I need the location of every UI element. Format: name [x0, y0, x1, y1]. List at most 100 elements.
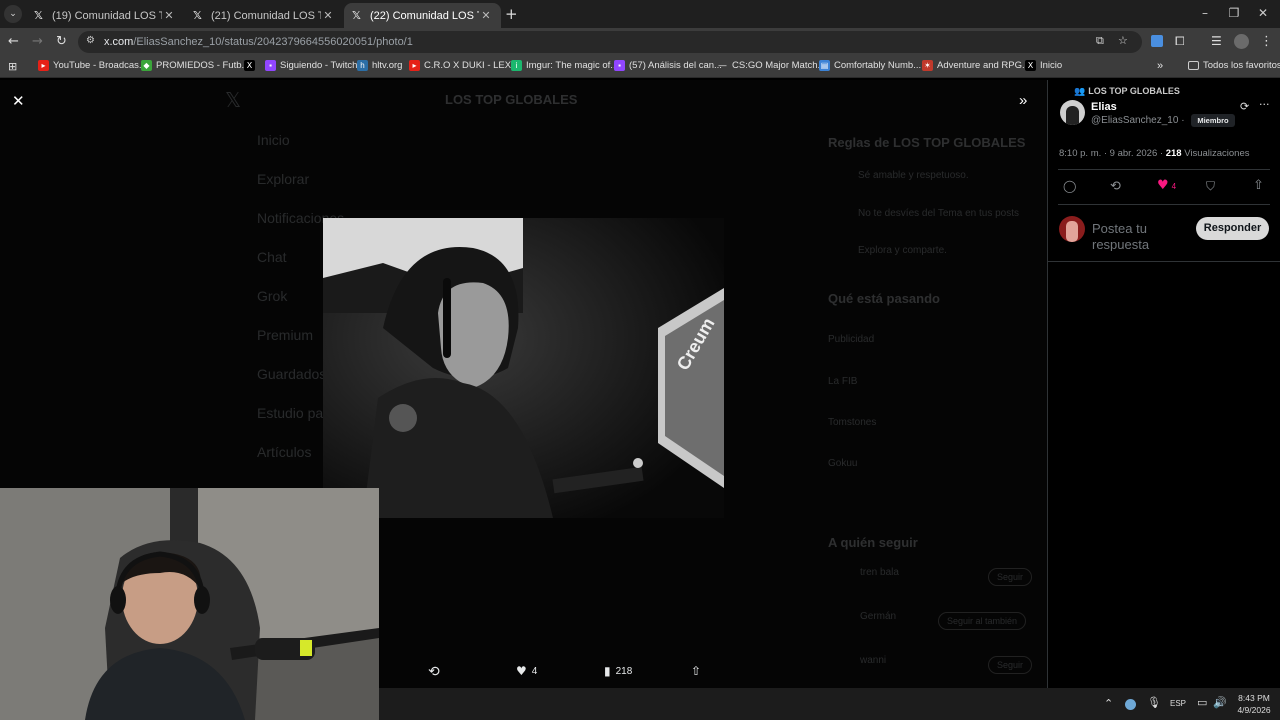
bookmark-label: hltv.org: [372, 60, 403, 71]
bookmark-item[interactable]: ▪ (57) Análisis del can...: [614, 60, 722, 71]
bg-nav-item: Premium: [257, 327, 314, 343]
bg-rule: No te desvíes del Tema en tus posts: [858, 208, 1020, 219]
retweet-icon[interactable]: ⟲: [428, 664, 440, 680]
profile-avatar[interactable]: [1234, 34, 1249, 49]
user-avatar: [1059, 216, 1085, 242]
forward-icon[interactable]: →: [32, 34, 43, 49]
x-logo-icon: 𝕏: [352, 9, 361, 22]
reply-button[interactable]: Responder: [1196, 217, 1269, 240]
share-icon[interactable]: ⇧: [1253, 178, 1264, 193]
site-info-icon[interactable]: ⚙: [86, 35, 95, 46]
webcam-overlay: [0, 488, 379, 720]
bg-follow-btn: Seguir: [988, 568, 1033, 586]
bg-follow-title: A quién seguir: [828, 535, 918, 550]
reload-icon[interactable]: ↻: [56, 34, 67, 49]
bg-rule: Explora y comparte.: [858, 245, 947, 256]
all-bookmarks-folder[interactable]: Todos los favoritos: [1188, 60, 1280, 71]
bookmark-item[interactable]: ▤ Comfortably Numb...: [819, 60, 921, 71]
bg-trend: La FIB: [828, 376, 858, 387]
new-tab-icon[interactable]: +: [505, 5, 518, 23]
network-icon[interactable]: ▭: [1197, 696, 1207, 709]
views-count: 218: [615, 665, 633, 677]
expand-panel-icon[interactable]: »: [1019, 92, 1027, 109]
address-bar[interactable]: ⚙ x.com/EliasSanchez_10/status/204237966…: [78, 31, 1142, 53]
bookmarks-bar: ⊞ ▸ YouTube - Broadcas... ◆ PROMIEDOS - Fu…: [0, 56, 1280, 78]
streamer-webcam-illustration: [0, 488, 379, 720]
retweet-icon[interactable]: ⟲: [1110, 179, 1121, 194]
bookmark-item[interactable]: ▸ C.R.O X DUKI - LEX...: [409, 60, 519, 71]
reply-icon[interactable]: ◯: [1063, 179, 1076, 193]
browser-tab[interactable]: 𝕏 (21) Comunidad LOS TOP GLOB ✕: [185, 3, 343, 28]
browser-toolbar: ← → ↻ ⚙ x.com/EliasSanchez_10/status/204…: [0, 28, 1280, 56]
dash-icon: —: [718, 61, 727, 70]
bookmark-icon[interactable]: ⛉: [1206, 179, 1215, 194]
bookmark-label: Comfortably Numb...: [834, 60, 922, 71]
author-name[interactable]: Elias: [1091, 101, 1117, 113]
bookmark-star-icon[interactable]: ☆: [1118, 34, 1128, 47]
author-handle[interactable]: @EliasSanchez_10: [1091, 115, 1178, 126]
steam-icon[interactable]: [1125, 699, 1136, 710]
tweet-time[interactable]: 8:10 p. m. · 9 abr. 2026 ·: [1059, 148, 1163, 159]
tab-strip: ⌄ 𝕏 (19) Comunidad LOS TOP GLOB ✕ 𝕏 (21)…: [0, 0, 1280, 28]
url-path: /EliasSanchez_10/status/2042379664556020…: [133, 36, 413, 48]
bookmark-item[interactable]: ▸ YouTube - Broadcas...: [38, 60, 147, 71]
volume-icon[interactable]: 🔊: [1213, 696, 1227, 709]
tweet-side-panel: 👥 LOS TOP GLOBALES Elias @EliasSanchez_10…: [1047, 80, 1280, 688]
grok-icon[interactable]: ⟳: [1240, 100, 1249, 113]
bookmark-item[interactable]: ▪ Siguiendo - Twitch: [265, 60, 357, 71]
reply-input[interactable]: Postea tu respuesta: [1092, 221, 1172, 251]
bookmark-item[interactable]: X: [244, 60, 259, 71]
like-button[interactable]: ♥ 4: [1157, 178, 1176, 193]
close-tab-icon[interactable]: ✕: [162, 9, 176, 22]
close-tab-icon[interactable]: ✕: [479, 9, 493, 22]
bg-nav-item: Inicio: [257, 132, 290, 148]
member-badge: Miembro: [1191, 114, 1235, 127]
tweet-photo[interactable]: Creum: [323, 218, 724, 518]
tab-search-button[interactable]: ⌄: [4, 5, 22, 23]
bookmark-item[interactable]: — CS:GO Major Match...: [717, 60, 826, 71]
bg-follow-btn: Seguir al también: [938, 612, 1027, 630]
bookmark-item[interactable]: X Inicio: [1025, 60, 1062, 71]
author-avatar[interactable]: [1060, 100, 1085, 125]
microphone-icon[interactable]: 🎙: [1147, 696, 1161, 709]
bg-nav-item: Chat: [257, 249, 287, 265]
more-options-icon[interactable]: ···: [1259, 98, 1270, 111]
install-app-icon[interactable]: ⧉: [1096, 34, 1104, 48]
maximize-icon[interactable]: ❐: [1224, 6, 1244, 20]
bookmark-item[interactable]: i Imgur: The magic of...: [511, 60, 618, 71]
bookmark-label: PROMIEDOS - Futb...: [156, 60, 250, 71]
clock-time[interactable]: 8:43 PM: [1234, 693, 1274, 703]
extension-icon[interactable]: [1151, 35, 1163, 47]
twitch-icon: ▪: [265, 60, 276, 71]
browser-tab-active[interactable]: 𝕏 (22) Comunidad LOS TOP GLOB ✕: [344, 3, 501, 28]
browser-menu-icon[interactable]: ⋮: [1260, 34, 1273, 49]
minimize-icon[interactable]: –: [1195, 6, 1215, 20]
extensions-puzzle-icon[interactable]: ⧠: [1175, 34, 1185, 49]
close-window-icon[interactable]: ✕: [1253, 6, 1273, 20]
tray-overflow-icon[interactable]: ⌃: [1104, 697, 1113, 710]
language-indicator[interactable]: ESP: [1170, 699, 1186, 708]
reading-list-icon[interactable]: ☰: [1211, 34, 1222, 48]
bookmark-item[interactable]: h hltv.org: [357, 60, 402, 71]
apps-grid-icon[interactable]: ⊞: [8, 60, 17, 73]
close-tab-icon[interactable]: ✕: [321, 9, 335, 22]
views-value: 218: [1165, 148, 1182, 159]
panel-divider: [1058, 204, 1270, 205]
share-icon[interactable]: ⇧: [691, 664, 701, 678]
views-button[interactable]: ▮ 218: [604, 664, 632, 678]
community-label[interactable]: 👥 LOS TOP GLOBALES: [1074, 86, 1180, 97]
bookmark-item[interactable]: ◆ PROMIEDOS - Futb...: [141, 60, 249, 71]
close-viewer-icon[interactable]: ✕: [12, 92, 25, 110]
views-label: Visualizaciones: [1184, 148, 1250, 159]
views-chart-icon: ▮: [604, 664, 611, 678]
bg-trend: Gokuu: [828, 458, 858, 469]
tab-title: (19) Comunidad LOS TOP GLOB: [52, 9, 162, 22]
browser-tab[interactable]: 𝕏 (19) Comunidad LOS TOP GLOB ✕: [26, 3, 184, 28]
back-icon[interactable]: ←: [8, 34, 19, 49]
bookmark-item[interactable]: ✶ Adventure and RPG...: [922, 60, 1030, 71]
like-count: 4: [1171, 182, 1177, 191]
like-count: 4: [531, 665, 538, 677]
like-button[interactable]: ♥ 4: [516, 664, 537, 678]
clock-date[interactable]: 4/9/2026: [1232, 705, 1276, 715]
bookmarks-overflow-icon[interactable]: »: [1157, 60, 1163, 72]
